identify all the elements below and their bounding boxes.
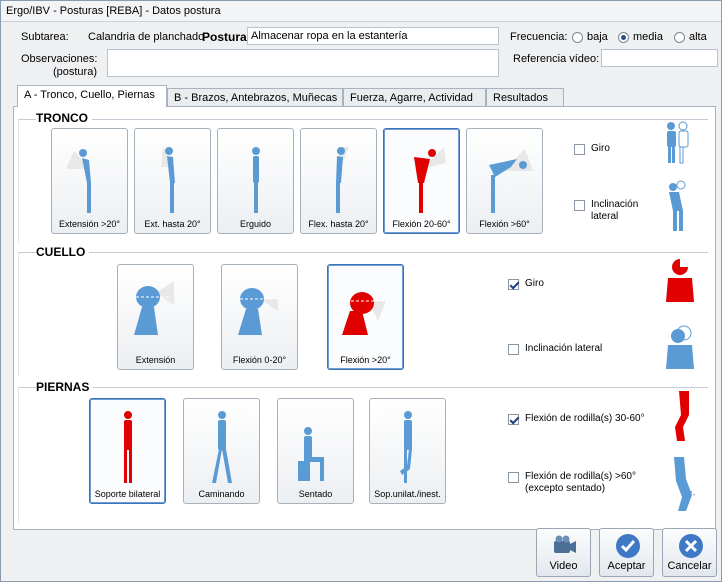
title-bar: Ergo/IBV - Posturas [REBA] - Datos postu… [1,1,721,22]
tronco-option-extension-20[interactable]: Extensión >20° [51,128,128,234]
cuello-option-label: Extensión [135,355,176,365]
tab-panel: TRONCO Extensión >20° Ext. hasta 20° Erg… [13,106,716,530]
tab-fuerza-agarre-actividad[interactable]: Fuerza, Agarre, Actividad [343,88,486,106]
neck-extension-figure [134,281,174,335]
piernas-option-soporte-bilateral[interactable]: Soporte bilateral [89,398,166,504]
frecuencia-radio-alta[interactable]: alta [674,31,707,43]
checkbox-box[interactable] [574,200,585,211]
dialog-window: Ergo/IBV - Posturas [REBA] - Datos postu… [0,0,722,582]
tab-tronco-cuello-piernas[interactable]: A - Tronco, Cuello, Piernas [17,85,167,107]
trunk-flex-60-figure [489,149,533,213]
trunk-flex-20-figure [336,147,349,213]
tronco-option-label: Erguido [239,219,272,229]
piernas-option-soporte-unilateral[interactable]: Sop.unilat./inest. [369,398,446,504]
aceptar-button-label: Aceptar [607,560,646,572]
radio-circle[interactable] [674,31,685,43]
referencia-video-input[interactable] [601,49,718,67]
neck-lateral-bend-icon [666,325,694,369]
observaciones-input[interactable] [107,49,499,77]
checkbox-box[interactable] [508,279,519,290]
piernas-title: PIERNAS [36,380,94,394]
tab-resultados[interactable]: Resultados [486,88,564,106]
postura-label: Postura: [202,30,251,44]
neck-flex-20-figure [342,292,386,335]
subtarea-value: Calandria de planchado [88,31,205,43]
video-camera-icon [554,535,576,553]
piernas-option-sentado[interactable]: Sentado [277,398,354,504]
radio-circle[interactable] [572,31,583,43]
checkbox-box[interactable] [508,344,519,355]
tronco-inclinacion-checkbox[interactable]: Inclinación lateral [574,199,638,223]
trunk-rotation-icon [667,121,689,164]
legs-unilateral-figure [400,411,412,483]
checkbox-box[interactable] [508,414,519,425]
knee-flexion-60-icon [674,457,697,511]
piernas-option-label: Sop.unilat./inest. [374,489,441,499]
radio-circle[interactable] [618,31,629,43]
tronco-option-label: Ext. hasta 20° [144,219,201,229]
postura-input[interactable]: Almacenar ropa en la estantería [247,27,499,45]
referencia-video-label: Referencia vídeo: [513,53,600,65]
observaciones-sublabel: (postura) [52,66,97,78]
neck-flex-0-20-figure [238,288,278,335]
frecuencia-label: Frecuencia: [510,31,568,43]
trunk-upright-figure [252,147,260,213]
cuello-option-extension[interactable]: Extensión [117,264,194,370]
trunk-extension-figure [66,149,91,213]
checkbox-box[interactable] [574,144,585,155]
trunk-ext-20-figure [161,147,175,213]
cuello-option-flexion-20[interactable]: Flexión >20° [327,264,404,370]
tronco-option-label: Flex. hasta 20° [308,219,369,229]
tab-brazos-antebrazos-munecas[interactable]: B - Brazos, Antebrazos, Muñecas [167,88,343,106]
close-icon [679,534,703,558]
tronco-option-flex-hasta-20[interactable]: Flex. hasta 20° [300,128,377,234]
piernas-option-label: Soporte bilateral [94,489,161,499]
tronco-option-flexion-60[interactable]: Flexión >60° [466,128,543,234]
knee-flexion-30-60-icon [675,391,689,441]
piernas-option-caminando[interactable]: Caminando [183,398,260,504]
trunk-flex-20-60-figure [414,147,446,213]
video-button[interactable]: Video [536,528,591,577]
tronco-option-ext-hasta-20[interactable]: Ext. hasta 20° [134,128,211,234]
tronco-option-erguido[interactable]: Erguido [217,128,294,234]
cuello-giro-checkbox[interactable]: Giro [508,278,544,290]
cuello-title: CUELLO [36,245,90,259]
neck-rotation-icon [666,259,694,302]
observaciones-label: Observaciones: [21,53,98,65]
piernas-option-label: Caminando [198,489,245,499]
legs-bilateral-figure [124,411,132,483]
piernas-rodilla-60-checkbox[interactable]: Flexión de rodilla(s) >60° (excepto senta… [508,471,636,495]
video-button-label: Video [549,560,578,572]
subtarea-label: Subtarea: [21,31,69,43]
checkbox-box[interactable] [508,472,519,483]
tronco-title: TRONCO [36,111,92,125]
piernas-option-label: Sentado [298,489,333,499]
cancelar-button[interactable]: Cancelar [662,528,717,577]
window-title: Ergo/IBV - Posturas [REBA] - Datos postu… [6,5,221,17]
cancelar-button-label: Cancelar [667,560,712,572]
cuello-option-label: Flexión 0-20° [232,355,287,365]
check-icon [616,534,640,558]
cuello-inclinacion-checkbox[interactable]: Inclinación lateral [508,343,602,355]
trunk-lateral-bend-icon [669,180,686,231]
frecuencia-radio-media[interactable]: media [618,31,663,43]
tronco-option-label: Flexión 20-60° [392,219,451,229]
legs-seated-figure [298,427,324,481]
aceptar-button[interactable]: Aceptar [599,528,654,577]
legs-walking-figure [212,411,232,483]
tronco-option-label: Flexión >60° [479,219,530,229]
cuello-option-flexion-0-20[interactable]: Flexión 0-20° [221,264,298,370]
tronco-giro-checkbox[interactable]: Giro [574,143,610,155]
piernas-rodilla-30-60-checkbox[interactable]: Flexión de rodilla(s) 30-60° [508,413,645,425]
tronco-option-flexion-20-60[interactable]: Flexión 20-60° [383,128,460,234]
tronco-option-label: Extensión >20° [59,219,120,229]
frecuencia-radio-baja[interactable]: baja [572,31,608,43]
cuello-option-label: Flexión >20° [340,355,391,365]
